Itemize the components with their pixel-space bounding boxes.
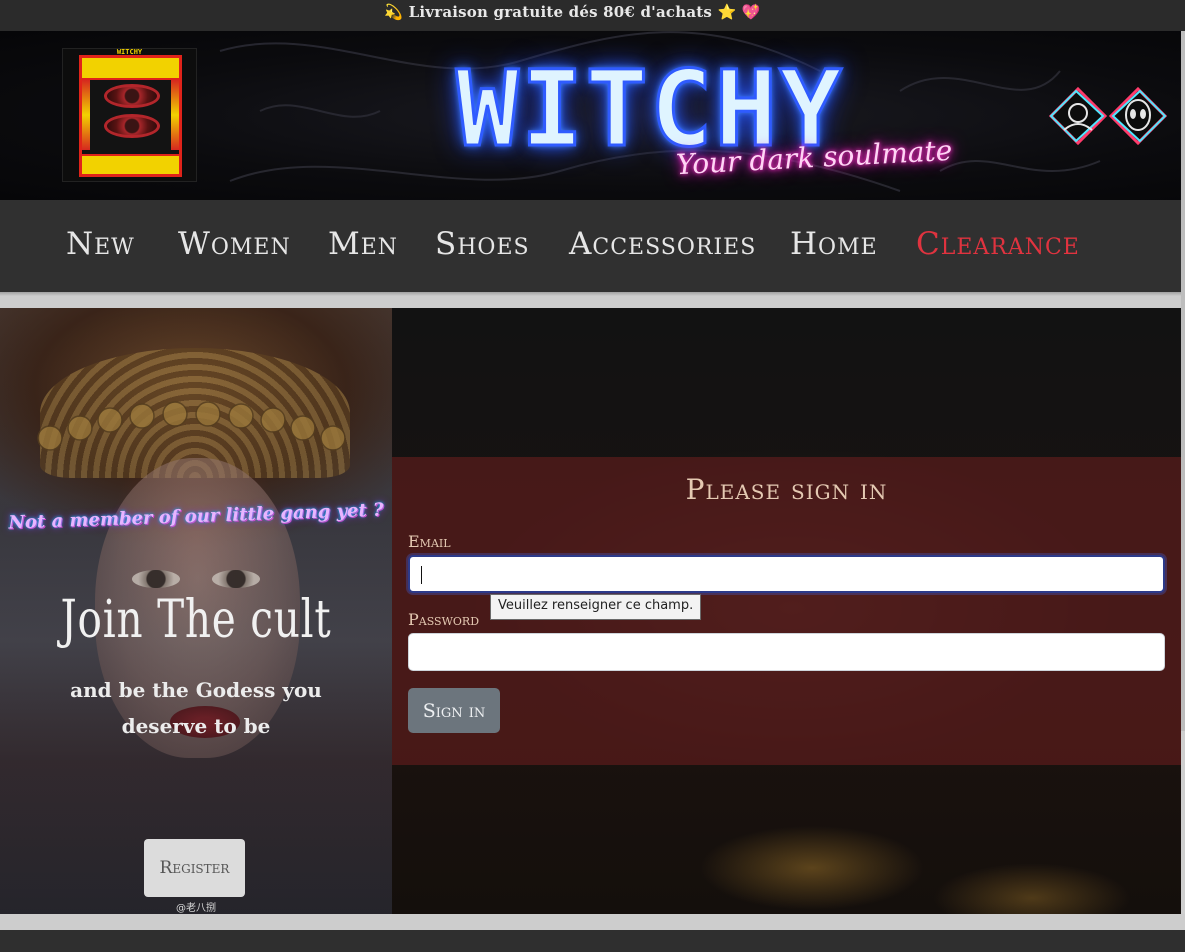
nav-clearance[interactable]: Clearance bbox=[916, 226, 1080, 262]
password-field[interactable] bbox=[408, 633, 1165, 671]
nav-shoes[interactable]: Shoes bbox=[435, 226, 530, 262]
nav-home[interactable]: Home bbox=[790, 226, 878, 262]
divider bbox=[0, 292, 1185, 308]
join-subtitle: and be the Godess you deserve to be bbox=[70, 678, 322, 738]
page-scrollbar[interactable] bbox=[1181, 31, 1185, 731]
email-field[interactable] bbox=[408, 555, 1165, 593]
divider-bottom bbox=[0, 914, 1185, 930]
nav-women[interactable]: Women bbox=[178, 226, 291, 262]
image-watermark: @老八捌 bbox=[176, 903, 216, 914]
nav-new[interactable]: New bbox=[66, 226, 135, 262]
nav-men[interactable]: Men bbox=[328, 226, 398, 262]
nav-accessories[interactable]: Accessories bbox=[569, 226, 756, 262]
main-navigation: New Women Men Shoes Accessories Home Cle… bbox=[0, 200, 1185, 292]
alien-icon[interactable] bbox=[1108, 86, 1168, 146]
register-button[interactable]: Register bbox=[144, 839, 245, 897]
register-promo: Not a member of our little gang yet ? Jo… bbox=[0, 308, 392, 914]
site-logo[interactable]: WITCHY bbox=[62, 48, 197, 182]
user-icon[interactable] bbox=[1048, 86, 1108, 146]
text-caret bbox=[421, 566, 422, 584]
validation-tooltip: Veuillez renseigner ce champ. bbox=[490, 594, 702, 620]
announcement-text: 💫 Livraison gratuite dés 80€ d'achats ⭐ … bbox=[384, 3, 761, 21]
site-header: WITCHY WITCHY Your dark soulmate bbox=[0, 31, 1185, 200]
signin-button[interactable]: Sign in bbox=[408, 688, 500, 733]
password-label: Password bbox=[408, 610, 480, 629]
footer bbox=[0, 930, 1185, 952]
signin-title: Please sign in bbox=[685, 473, 888, 506]
join-heading: Join The cult bbox=[60, 590, 332, 650]
announcement-bar: 💫 Livraison gratuite dés 80€ d'achats ⭐ … bbox=[0, 0, 1185, 31]
email-label: Email bbox=[408, 532, 451, 551]
